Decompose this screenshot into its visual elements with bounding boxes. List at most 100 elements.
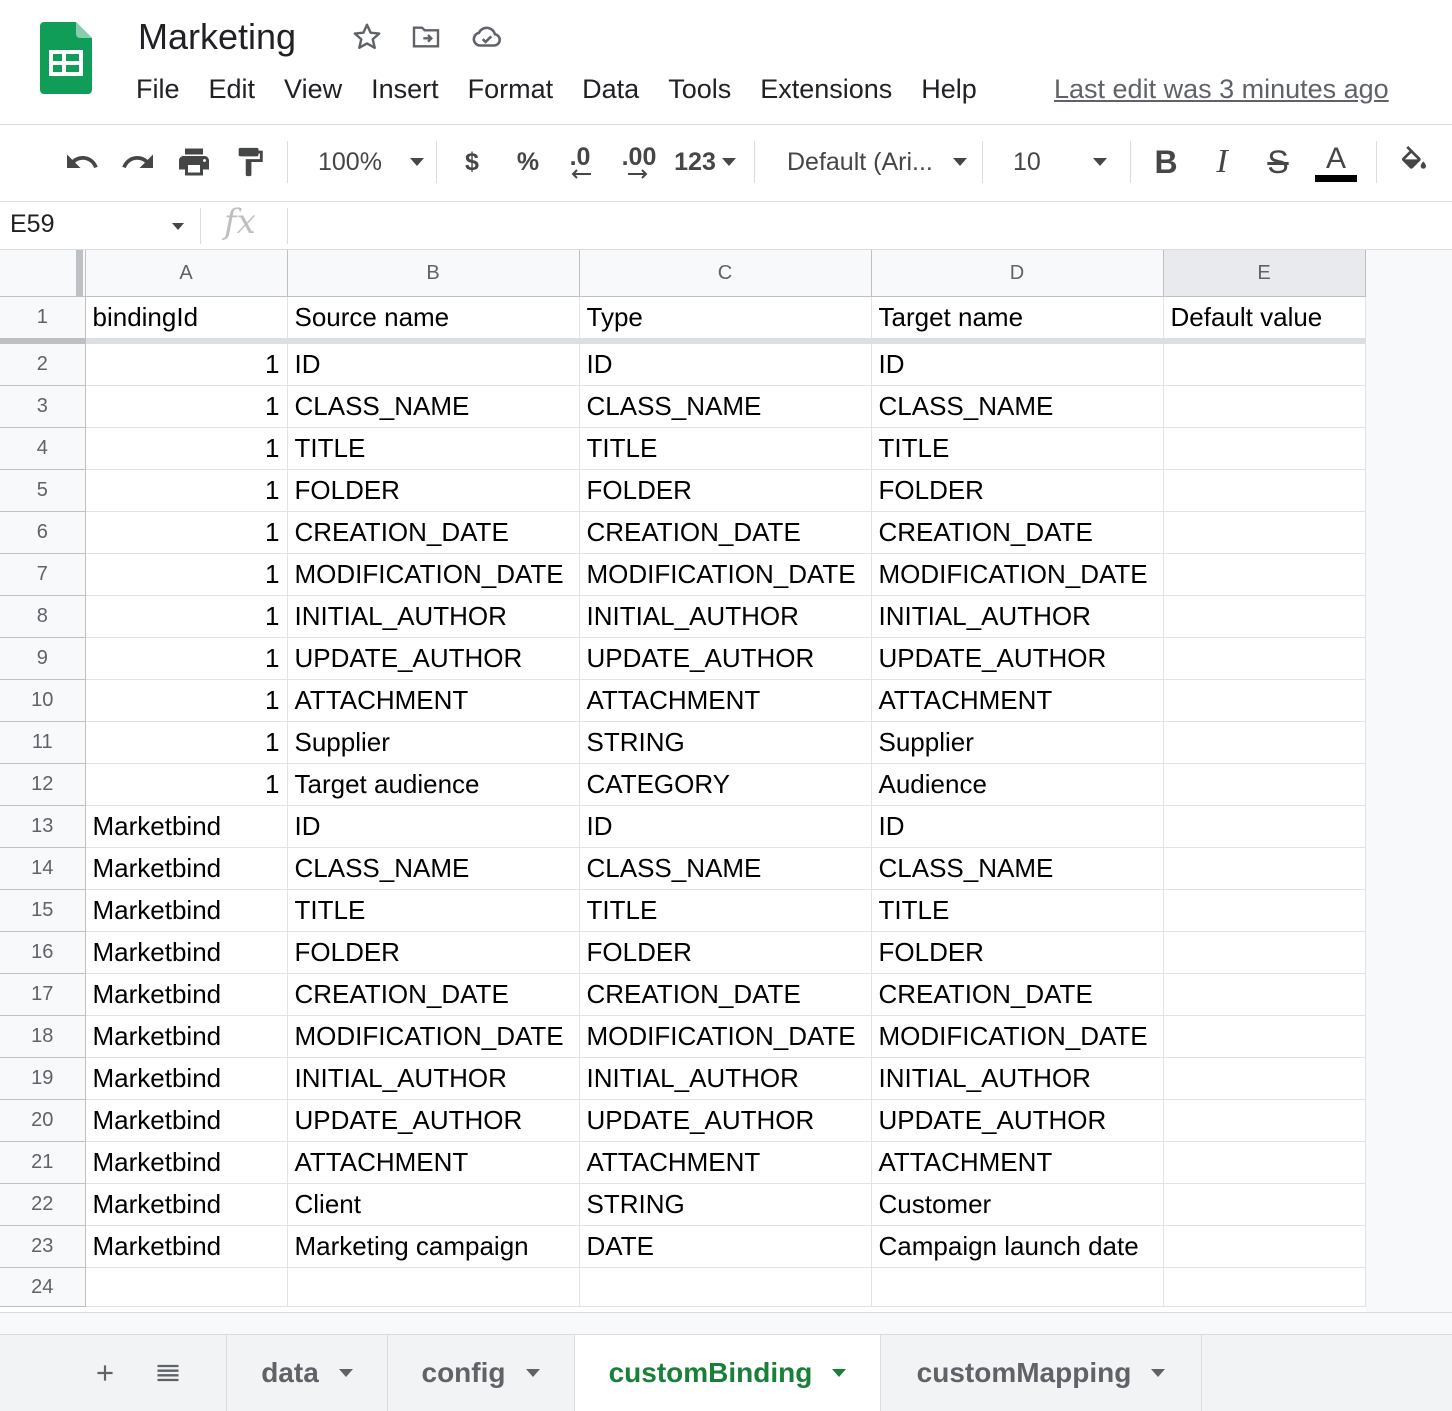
cell-e23[interactable]	[1162, 1225, 1366, 1268]
cell-e21[interactable]	[1162, 1141, 1366, 1184]
formula-input[interactable]	[300, 210, 1440, 242]
last-edit-link[interactable]: Last edit was 3 minutes ago	[1054, 74, 1389, 105]
cell-d6[interactable]: CREATION_DATE	[870, 511, 1164, 554]
cell-c2[interactable]: ID	[578, 340, 872, 386]
cell-b20[interactable]: UPDATE_AUTHOR	[286, 1099, 580, 1142]
row-header[interactable]: 1	[0, 296, 86, 344]
cell-a9[interactable]: 1	[84, 637, 288, 680]
cell-b13[interactable]: ID	[286, 805, 580, 848]
cell-c15[interactable]: TITLE	[578, 889, 872, 932]
cell-e19[interactable]	[1162, 1057, 1366, 1100]
cell-a4[interactable]: 1	[84, 427, 288, 470]
row-header[interactable]: 19	[0, 1057, 86, 1100]
tab-data[interactable]: data	[226, 1335, 388, 1411]
row-header[interactable]: 20	[0, 1099, 86, 1142]
cell-e16[interactable]	[1162, 931, 1366, 974]
text-color-button[interactable]: A	[1314, 139, 1358, 185]
cell-a5[interactable]: 1	[84, 469, 288, 512]
cell-b11[interactable]: Supplier	[286, 721, 580, 764]
cell-c11[interactable]: STRING	[578, 721, 872, 764]
cell-a15[interactable]: Marketbind	[84, 889, 288, 932]
cell-d17[interactable]: CREATION_DATE	[870, 973, 1164, 1016]
cell-a21[interactable]: Marketbind	[84, 1141, 288, 1184]
percent-format-button[interactable]: %	[508, 139, 548, 185]
chevron-down-icon[interactable]	[172, 223, 184, 230]
cell-d13[interactable]: ID	[870, 805, 1164, 848]
cell-c12[interactable]: CATEGORY	[578, 763, 872, 806]
column-header-b[interactable]: B	[286, 250, 580, 297]
cell-e11[interactable]	[1162, 721, 1366, 764]
cell-e24[interactable]	[1162, 1267, 1366, 1307]
more-formats-button[interactable]: 123	[672, 139, 738, 185]
row-header[interactable]: 7	[0, 553, 86, 596]
cell-a24[interactable]	[84, 1267, 288, 1307]
cell-b2[interactable]: ID	[286, 340, 580, 386]
cell-c8[interactable]: INITIAL_AUTHOR	[578, 595, 872, 638]
row-header[interactable]: 2	[0, 340, 86, 386]
cell-c7[interactable]: MODIFICATION_DATE	[578, 553, 872, 596]
cell-a13[interactable]: Marketbind	[84, 805, 288, 848]
cell-c17[interactable]: CREATION_DATE	[578, 973, 872, 1016]
cell-b1[interactable]: Source name	[286, 296, 580, 344]
cell-b23[interactable]: Marketing campaign	[286, 1225, 580, 1268]
row-header[interactable]: 10	[0, 679, 86, 722]
cell-b15[interactable]: TITLE	[286, 889, 580, 932]
cell-e14[interactable]	[1162, 847, 1366, 890]
cell-e10[interactable]	[1162, 679, 1366, 722]
cell-c19[interactable]: INITIAL_AUTHOR	[578, 1057, 872, 1100]
all-sheets-icon[interactable]	[142, 1335, 194, 1411]
cell-b18[interactable]: MODIFICATION_DATE	[286, 1015, 580, 1058]
cell-d14[interactable]: CLASS_NAME	[870, 847, 1164, 890]
cell-d19[interactable]: INITIAL_AUTHOR	[870, 1057, 1164, 1100]
cell-a11[interactable]: 1	[84, 721, 288, 764]
cell-a14[interactable]: Marketbind	[84, 847, 288, 890]
cell-d11[interactable]: Supplier	[870, 721, 1164, 764]
tab-custombinding[interactable]: customBinding	[575, 1335, 881, 1411]
cell-e15[interactable]	[1162, 889, 1366, 932]
cell-b5[interactable]: FOLDER	[286, 469, 580, 512]
font-family-select[interactable]: Default (Ari...	[770, 139, 970, 185]
menu-tools[interactable]: Tools	[668, 74, 731, 105]
cell-d24[interactable]	[870, 1267, 1164, 1307]
bold-button[interactable]: B	[1146, 139, 1186, 185]
menu-data[interactable]: Data	[582, 74, 639, 105]
cell-a16[interactable]: Marketbind	[84, 931, 288, 974]
cell-c20[interactable]: UPDATE_AUTHOR	[578, 1099, 872, 1142]
cell-b24[interactable]	[286, 1267, 580, 1307]
cell-d21[interactable]: ATTACHMENT	[870, 1141, 1164, 1184]
row-header[interactable]: 24	[0, 1267, 86, 1307]
move-to-folder-icon[interactable]	[409, 20, 443, 54]
cell-e17[interactable]	[1162, 973, 1366, 1016]
star-icon[interactable]	[350, 20, 384, 54]
print-icon[interactable]	[172, 139, 216, 185]
cell-a2[interactable]: 1	[84, 340, 288, 386]
cell-c6[interactable]: CREATION_DATE	[578, 511, 872, 554]
cell-c21[interactable]: ATTACHMENT	[578, 1141, 872, 1184]
cell-d10[interactable]: ATTACHMENT	[870, 679, 1164, 722]
cell-e5[interactable]	[1162, 469, 1366, 512]
italic-button[interactable]: I	[1202, 139, 1242, 185]
menu-edit[interactable]: Edit	[209, 74, 256, 105]
row-header[interactable]: 4	[0, 427, 86, 470]
menu-extensions[interactable]: Extensions	[760, 74, 892, 105]
cell-c22[interactable]: STRING	[578, 1183, 872, 1226]
cell-a18[interactable]: Marketbind	[84, 1015, 288, 1058]
cell-b19[interactable]: INITIAL_AUTHOR	[286, 1057, 580, 1100]
cell-a8[interactable]: 1	[84, 595, 288, 638]
column-header-e[interactable]: E	[1162, 250, 1366, 297]
cell-d4[interactable]: TITLE	[870, 427, 1164, 470]
cell-c9[interactable]: UPDATE_AUTHOR	[578, 637, 872, 680]
freeze-handle[interactable]	[76, 250, 83, 296]
cell-e9[interactable]	[1162, 637, 1366, 680]
cell-d23[interactable]: Campaign launch date	[870, 1225, 1164, 1268]
row-header[interactable]: 6	[0, 511, 86, 554]
row-header[interactable]: 11	[0, 721, 86, 764]
cell-b22[interactable]: Client	[286, 1183, 580, 1226]
cell-c14[interactable]: CLASS_NAME	[578, 847, 872, 890]
cell-e18[interactable]	[1162, 1015, 1366, 1058]
cell-b9[interactable]: UPDATE_AUTHOR	[286, 637, 580, 680]
redo-icon[interactable]	[116, 139, 160, 185]
cell-d1[interactable]: Target name	[870, 296, 1164, 344]
cell-b17[interactable]: CREATION_DATE	[286, 973, 580, 1016]
cell-d16[interactable]: FOLDER	[870, 931, 1164, 974]
